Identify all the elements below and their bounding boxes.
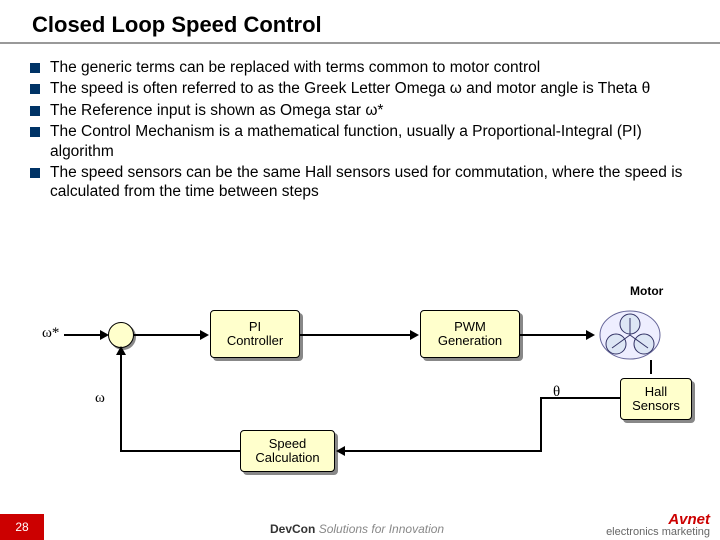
- bullet-item: The Control Mechanism is a mathematical …: [30, 122, 690, 161]
- feedback-label: ω: [95, 390, 105, 407]
- arrowhead-icon: [410, 330, 419, 340]
- input-label: ω*: [42, 325, 59, 342]
- wire: [120, 352, 122, 452]
- footer: 28 DevCon Solutions for Innovation Avnet…: [0, 514, 720, 540]
- motor-label: Motor: [630, 284, 663, 298]
- arrowhead-icon: [116, 346, 126, 355]
- page-number: 28: [0, 514, 44, 540]
- bullet-item: The speed sensors can be the same Hall s…: [30, 163, 690, 202]
- devcon-logo: DevCon: [270, 522, 315, 536]
- wire: [343, 450, 542, 452]
- block-diagram: ω* ω θ Motor PI Controller PWM Generatio…: [0, 300, 720, 480]
- wire: [64, 334, 104, 336]
- devcon-tagline: Solutions for Innovation: [319, 522, 444, 536]
- arrowhead-icon: [336, 446, 345, 456]
- arrowhead-icon: [586, 330, 595, 340]
- wire: [650, 360, 652, 374]
- page-title: Closed Loop Speed Control: [32, 12, 322, 38]
- wire: [134, 334, 202, 336]
- motor-icon: [590, 302, 670, 368]
- wire: [540, 397, 542, 452]
- bullet-item: The generic terms can be replaced with t…: [30, 58, 690, 77]
- footer-center: DevCon Solutions for Innovation: [270, 522, 444, 536]
- pi-controller-block: PI Controller: [210, 310, 300, 358]
- speed-calculation-block: Speed Calculation: [240, 430, 335, 472]
- footer-right: Avnet electronics marketing: [606, 512, 710, 538]
- wire: [300, 334, 412, 336]
- wire: [540, 397, 620, 399]
- arrowhead-icon: [200, 330, 209, 340]
- title-divider: [0, 42, 720, 44]
- avnet-tagline: electronics marketing: [606, 526, 710, 538]
- pwm-generation-block: PWM Generation: [420, 310, 520, 358]
- bullet-item: The speed is often referred to as the Gr…: [30, 79, 690, 98]
- bullet-list: The generic terms can be replaced with t…: [30, 58, 690, 204]
- bullet-item: The Reference input is shown as Omega st…: [30, 101, 690, 120]
- arrowhead-icon: [100, 330, 109, 340]
- wire: [120, 450, 240, 452]
- hall-sensors-block: Hall Sensors: [620, 378, 692, 420]
- wire: [520, 334, 588, 336]
- summing-junction: [108, 322, 134, 348]
